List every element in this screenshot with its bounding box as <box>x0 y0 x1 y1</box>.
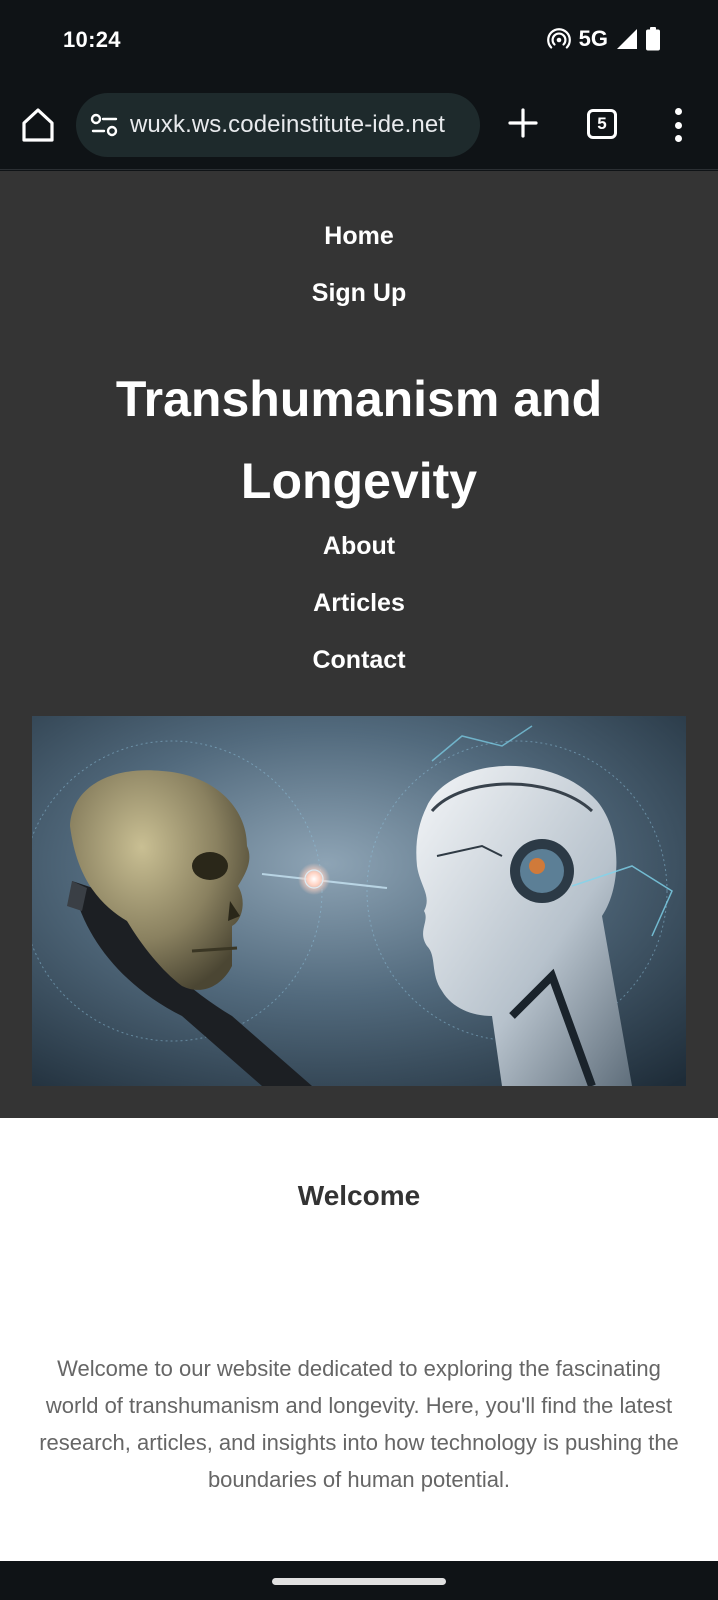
nav-contact-link[interactable]: Contact <box>0 646 718 675</box>
status-bar: 10:24 5G <box>0 0 718 82</box>
welcome-heading: Welcome <box>297 1180 421 1211</box>
tab-count: 5 <box>597 114 607 133</box>
signal-icon <box>617 29 637 49</box>
url-text[interactable]: wuxk.ws.codeinstitute-ide.net <box>130 111 445 139</box>
gesture-nav-bar <box>0 1561 718 1600</box>
site-settings-icon[interactable] <box>90 113 120 137</box>
home-icon[interactable] <box>20 106 56 144</box>
new-tab-icon[interactable] <box>507 107 539 139</box>
nav-home-link[interactable]: Home <box>0 222 718 251</box>
address-bar[interactable]: wuxk.ws.codeinstitute-ide.net <box>76 93 480 157</box>
nav-sign-up-link[interactable]: Sign Up <box>0 279 718 308</box>
hero-image <box>32 716 686 1086</box>
status-time: 10:24 <box>63 27 121 52</box>
nav-articles-link[interactable]: Articles <box>0 589 718 618</box>
home-gesture-handle[interactable] <box>272 1578 446 1585</box>
status-icons: 5G <box>546 26 660 52</box>
hotspot-icon <box>546 28 571 49</box>
tabs-icon[interactable]: 5 <box>587 109 617 139</box>
battery-icon <box>646 27 660 51</box>
network-type: 5G <box>578 26 608 51</box>
welcome-text: Welcome to our website dedicated to expl… <box>39 1356 679 1492</box>
nav-about-link[interactable]: About <box>0 532 718 561</box>
more-menu-icon[interactable] <box>672 108 684 142</box>
welcome-section: Welcome Welcome to our website dedicated… <box>0 1118 718 1561</box>
site-title: Transhumanism and Longevity <box>115 371 603 509</box>
browser-toolbar: wuxk.ws.codeinstitute-ide.net 5 <box>0 82 718 170</box>
site-header: Home Sign Up Transhumanism and Longevity… <box>0 171 718 1118</box>
